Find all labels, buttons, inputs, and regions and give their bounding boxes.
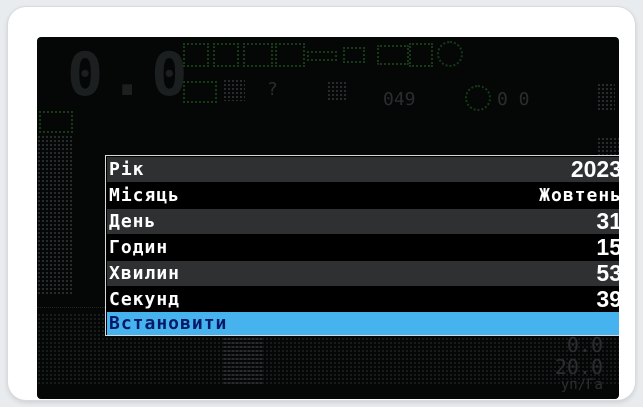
row-month[interactable]: Місяць Жовтень [107,183,619,208]
tractor-icon [243,43,273,67]
lcd-screen: 0.0 ? 049 0 0 0.0 20.0 уп/Га Рік 2023 Мі… [37,37,619,399]
sensor-icon [183,43,209,67]
day-label: День [109,211,157,232]
hour-value: 15 [596,234,619,260]
month-value: Жовтень [539,185,619,206]
right-readout: 0 0 [497,89,530,110]
minute-value: 53 [596,260,619,286]
status-icon [39,111,73,133]
left-gauge [37,135,73,295]
sim-card-icon [409,43,433,67]
set-button-label: Встановити [109,313,228,334]
hour-label: Годин [109,237,169,258]
year-value: 2023 [570,156,619,182]
second-label: Секунд [109,289,181,310]
grid-icon [223,79,245,101]
row-year[interactable]: Рік 2023 [107,156,619,182]
implement-icon [307,51,337,61]
hand-icon [437,41,463,67]
row-hour[interactable]: Годин 15 [107,234,619,260]
device-bezel: 0.0 ? 049 0 0 0.0 20.0 уп/Га Рік 2023 Мі… [8,7,635,400]
speed-display: 0.0 [67,40,194,110]
month-label: Місяць [109,185,181,206]
rate-target: 20.0 [554,355,603,379]
row-second[interactable]: Секунд 39 [107,286,619,312]
fan-icon [327,81,347,101]
row-minute[interactable]: Хвилин 53 [107,260,619,286]
sensor-reading: 049 [383,89,416,110]
set-button[interactable]: Встановити [107,312,619,335]
sensor-icon [213,43,239,67]
datetime-menu: Рік 2023 Місяць Жовтень День 31 Годин 15… [105,155,619,336]
rate-unit: уп/Га [560,377,603,393]
second-value: 39 [596,286,619,312]
unknown-icon: ? [267,79,278,100]
clock-icon [465,85,491,111]
wrench-icon [377,45,409,65]
seeding-icon [183,81,217,103]
year-label: Рік [109,159,145,180]
tractor-icon [275,43,305,67]
row-day[interactable]: День 31 [107,208,619,234]
level-icon [597,83,615,111]
battery-icon [343,47,365,63]
rate-actual: 0.0 [566,333,603,357]
day-value: 31 [596,208,619,234]
minute-label: Хвилин [109,263,181,284]
